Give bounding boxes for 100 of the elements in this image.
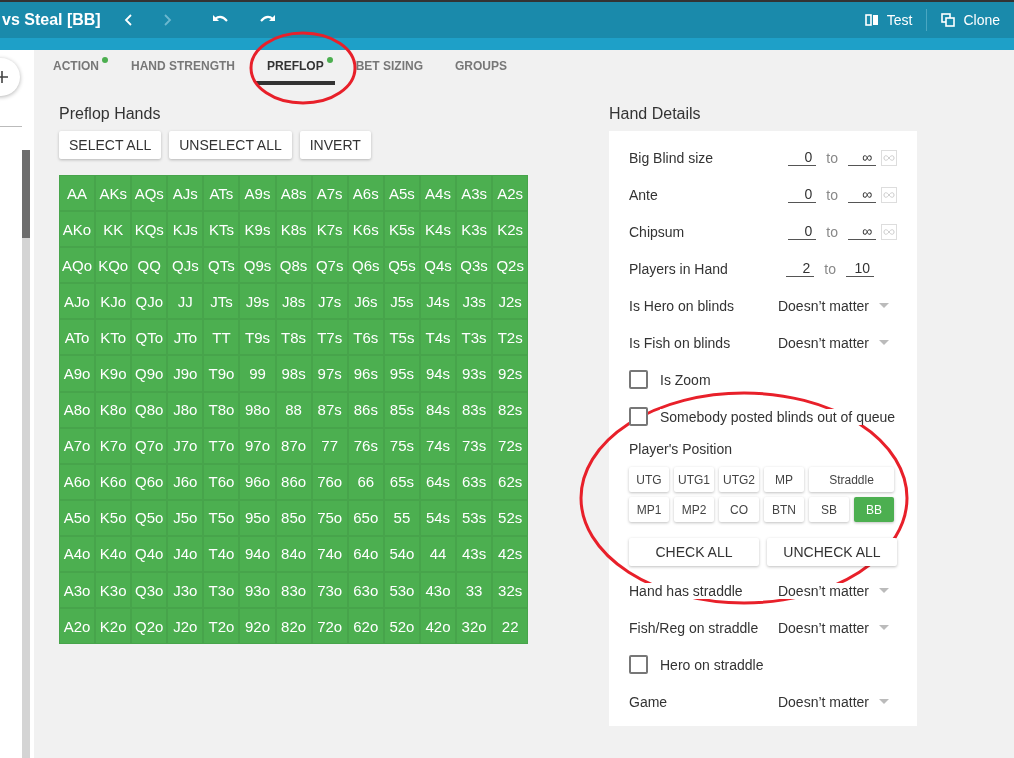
hand-cell[interactable]: K9s	[239, 211, 276, 248]
hand-cell[interactable]: Q8o	[131, 391, 168, 428]
min-input[interactable]: 0	[788, 186, 817, 203]
hand-cell[interactable]: Q2s	[492, 247, 529, 284]
hand-cell[interactable]: 93s	[456, 355, 493, 392]
hand-cell[interactable]: QTs	[203, 247, 240, 284]
hand-cell[interactable]: 62o	[347, 608, 384, 645]
hand-cell[interactable]: T5o	[203, 499, 240, 536]
hand-cell[interactable]: 43s	[456, 535, 493, 573]
position-button[interactable]: MP2	[674, 497, 714, 522]
hand-cell[interactable]: A5o	[59, 499, 96, 536]
hand-cell[interactable]: 96o	[239, 463, 276, 500]
hand-cell[interactable]: Q9o	[131, 355, 168, 392]
hand-cell[interactable]: 83o	[275, 572, 312, 609]
tab[interactable]: BET SIZING	[344, 50, 434, 85]
hand-cell[interactable]: A2s	[492, 175, 529, 212]
hand-cell[interactable]: JTs	[203, 283, 240, 320]
position-button[interactable]: BB	[854, 497, 894, 522]
min-input[interactable]: 2	[786, 260, 815, 277]
position-button[interactable]: MP	[764, 467, 804, 492]
hand-cell[interactable]: 73s	[456, 427, 493, 464]
infinity-toggle[interactable]	[881, 223, 897, 240]
min-input[interactable]: 0	[788, 149, 817, 166]
max-input[interactable]: ∞	[848, 186, 876, 203]
hand-cell[interactable]: K9o	[95, 355, 132, 392]
check-action-button[interactable]: CHECK ALL	[629, 538, 759, 566]
hand-cell[interactable]: A8o	[59, 391, 96, 428]
hand-cell[interactable]: Q5s	[383, 247, 420, 284]
grid-action-button[interactable]: SELECT ALL	[59, 131, 162, 159]
hand-cell[interactable]: A9s	[239, 175, 276, 212]
grid-action-button[interactable]: UNSELECT ALL	[169, 131, 292, 159]
hand-cell[interactable]: T6s	[347, 319, 384, 356]
hand-cell[interactable]: 92s	[492, 355, 529, 392]
hand-cell[interactable]: K4o	[95, 535, 132, 573]
hand-cell[interactable]: T4s	[419, 319, 457, 356]
hand-cell[interactable]: JTo	[167, 319, 204, 356]
hand-cell[interactable]: TT	[203, 319, 240, 356]
hand-cell[interactable]: AQo	[59, 247, 96, 284]
hand-cell[interactable]: 53o	[383, 572, 420, 609]
position-button[interactable]: MP1	[629, 497, 669, 522]
checkbox[interactable]	[629, 655, 648, 674]
hand-cell[interactable]: J3o	[167, 572, 204, 609]
checkbox[interactable]	[629, 370, 648, 389]
hand-cell[interactable]: KTo	[95, 319, 132, 356]
hand-cell[interactable]: Q3s	[456, 247, 493, 284]
hand-cell[interactable]: K8s	[275, 211, 312, 248]
hand-cell[interactable]: T3o	[203, 572, 240, 609]
hand-cell[interactable]: A7s	[311, 175, 348, 212]
hand-cell[interactable]: J2o	[167, 608, 204, 645]
hand-cell[interactable]: T8o	[203, 391, 240, 428]
hand-cell[interactable]: 82s	[492, 391, 529, 428]
hand-cell[interactable]: J9s	[239, 283, 276, 320]
hand-cell[interactable]: K4s	[419, 211, 457, 248]
checkbox[interactable]	[629, 407, 648, 426]
hand-cell[interactable]: QJo	[131, 283, 168, 320]
hand-cell[interactable]: J8o	[167, 391, 204, 428]
hand-cell[interactable]: KK	[95, 211, 132, 248]
hand-cell[interactable]: AJo	[59, 283, 96, 320]
hand-cell[interactable]: A6o	[59, 463, 96, 500]
hand-cell[interactable]: K5o	[95, 499, 132, 536]
hand-cell[interactable]: J2s	[492, 283, 529, 320]
hand-cell[interactable]: ATs	[203, 175, 240, 212]
hand-cell[interactable]: T5s	[383, 319, 420, 356]
hand-cell[interactable]: JJ	[167, 283, 204, 320]
hand-cell[interactable]: KQs	[131, 211, 168, 248]
hand-cell[interactable]: T4o	[203, 535, 240, 573]
hand-cell[interactable]: J6o	[167, 463, 204, 500]
hand-cell[interactable]: K6s	[347, 211, 384, 248]
hand-cell[interactable]: 62s	[492, 463, 529, 500]
hand-cell[interactable]: A8s	[275, 175, 312, 212]
hand-cell[interactable]: A9o	[59, 355, 96, 392]
hand-cell[interactable]: Q2o	[131, 608, 168, 645]
hand-cell[interactable]: K3s	[456, 211, 493, 248]
hand-cell[interactable]: T2s	[492, 319, 529, 356]
hand-cell[interactable]: QTo	[131, 319, 168, 356]
hand-cell[interactable]: J5s	[383, 283, 420, 320]
hand-cell[interactable]: T9o	[203, 355, 240, 392]
hand-cell[interactable]: K7s	[311, 211, 348, 248]
hand-cell[interactable]: KQo	[95, 247, 132, 284]
hand-cell[interactable]: 42o	[419, 608, 457, 645]
hand-cell[interactable]: 32s	[492, 572, 529, 609]
min-input[interactable]: 0	[788, 223, 817, 240]
hand-cell[interactable]: A6s	[347, 175, 384, 212]
hand-cell[interactable]: 98s	[275, 355, 312, 392]
hand-cell[interactable]: 99	[239, 355, 276, 392]
hand-cell[interactable]: Q4s	[419, 247, 457, 284]
hand-cell[interactable]: A3o	[59, 572, 96, 609]
hand-cell[interactable]: J4s	[419, 283, 457, 320]
hand-cell[interactable]: A4s	[419, 175, 457, 212]
hand-cell[interactable]: 82o	[275, 608, 312, 645]
hand-cell[interactable]: T2o	[203, 608, 240, 645]
hand-cell[interactable]: A5s	[383, 175, 420, 212]
hand-cell[interactable]: A2o	[59, 608, 96, 645]
hand-cell[interactable]: 43o	[419, 572, 457, 609]
hand-cell[interactable]: K7o	[95, 427, 132, 464]
hand-cell[interactable]: Q6o	[131, 463, 168, 500]
grid-action-button[interactable]: INVERT	[299, 131, 371, 159]
hand-cell[interactable]: QJs	[167, 247, 204, 284]
hand-cell[interactable]: J3s	[456, 283, 493, 320]
hand-cell[interactable]: AKs	[95, 175, 132, 212]
